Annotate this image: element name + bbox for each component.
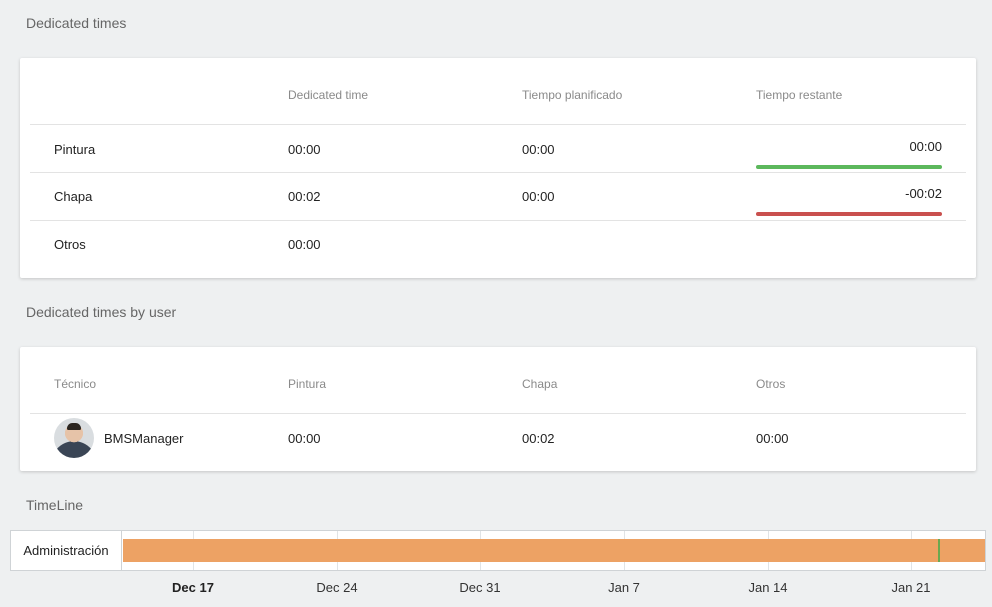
header-tecnico: Técnico [54, 377, 97, 391]
timeline-tick: Jan 7 [608, 580, 640, 595]
header-dedicated-time: Dedicated time [288, 88, 369, 102]
timeline-current-marker [938, 539, 940, 562]
table-row: Otros 00:00 [30, 220, 966, 268]
table-row: Pintura 00:00 00:00 00:00 [30, 124, 966, 172]
header-otros: Otros [756, 377, 786, 391]
row-planned: 00:00 [522, 142, 555, 157]
header-pintura: Pintura [288, 377, 327, 391]
timeline-tick: Jan 14 [748, 580, 788, 595]
timeline-tick: Dec 31 [459, 580, 501, 595]
user-pintura: 00:00 [288, 431, 321, 446]
timeline-tick: Dec 24 [316, 580, 358, 595]
row-planned: 00:00 [522, 189, 555, 204]
timeline-chart: Administración [10, 530, 986, 571]
remaining-bar [756, 165, 942, 169]
by-user-card: Técnico Pintura Chapa Otros BMSManager 0… [20, 347, 976, 471]
remaining-indicator: -00:02 [756, 186, 942, 218]
dedicated-times-card: Dedicated time Tiempo planificado Tiempo… [20, 58, 976, 278]
timeline-tick: Dec 17 [172, 580, 214, 595]
dedicated-times-by-user-title: Dedicated times by user [26, 304, 177, 320]
remaining-indicator: 00:00 [756, 139, 942, 171]
row-name: Pintura [54, 142, 96, 157]
user-name: BMSManager [104, 431, 184, 446]
dedicated-times-title: Dedicated times [26, 15, 127, 31]
timeline-tick: Jan 21 [891, 580, 931, 595]
row-dedicated: 00:00 [288, 237, 321, 252]
header-tiempo-restante: Tiempo restante [756, 88, 843, 102]
header-tiempo-planificado: Tiempo planificado [522, 88, 623, 102]
avatar [54, 418, 94, 458]
remaining-bar [756, 212, 942, 216]
user-otros: 00:00 [756, 431, 789, 446]
user-chapa: 00:02 [522, 431, 555, 446]
header-chapa: Chapa [522, 377, 558, 391]
table-row: Chapa 00:02 00:00 -00:02 [30, 172, 966, 220]
timeline-bar-administracion[interactable] [123, 539, 985, 562]
row-name: Otros [54, 237, 86, 252]
row-remaining: 00:00 [909, 139, 942, 154]
table-row: BMSManager 00:00 00:02 00:00 [30, 413, 966, 471]
timeline-title: TimeLine [26, 497, 84, 513]
timeline-row-label: Administración [11, 531, 122, 570]
row-dedicated: 00:00 [288, 142, 321, 157]
row-remaining: -00:02 [905, 186, 942, 201]
row-name: Chapa [54, 189, 93, 204]
row-dedicated: 00:02 [288, 189, 321, 204]
